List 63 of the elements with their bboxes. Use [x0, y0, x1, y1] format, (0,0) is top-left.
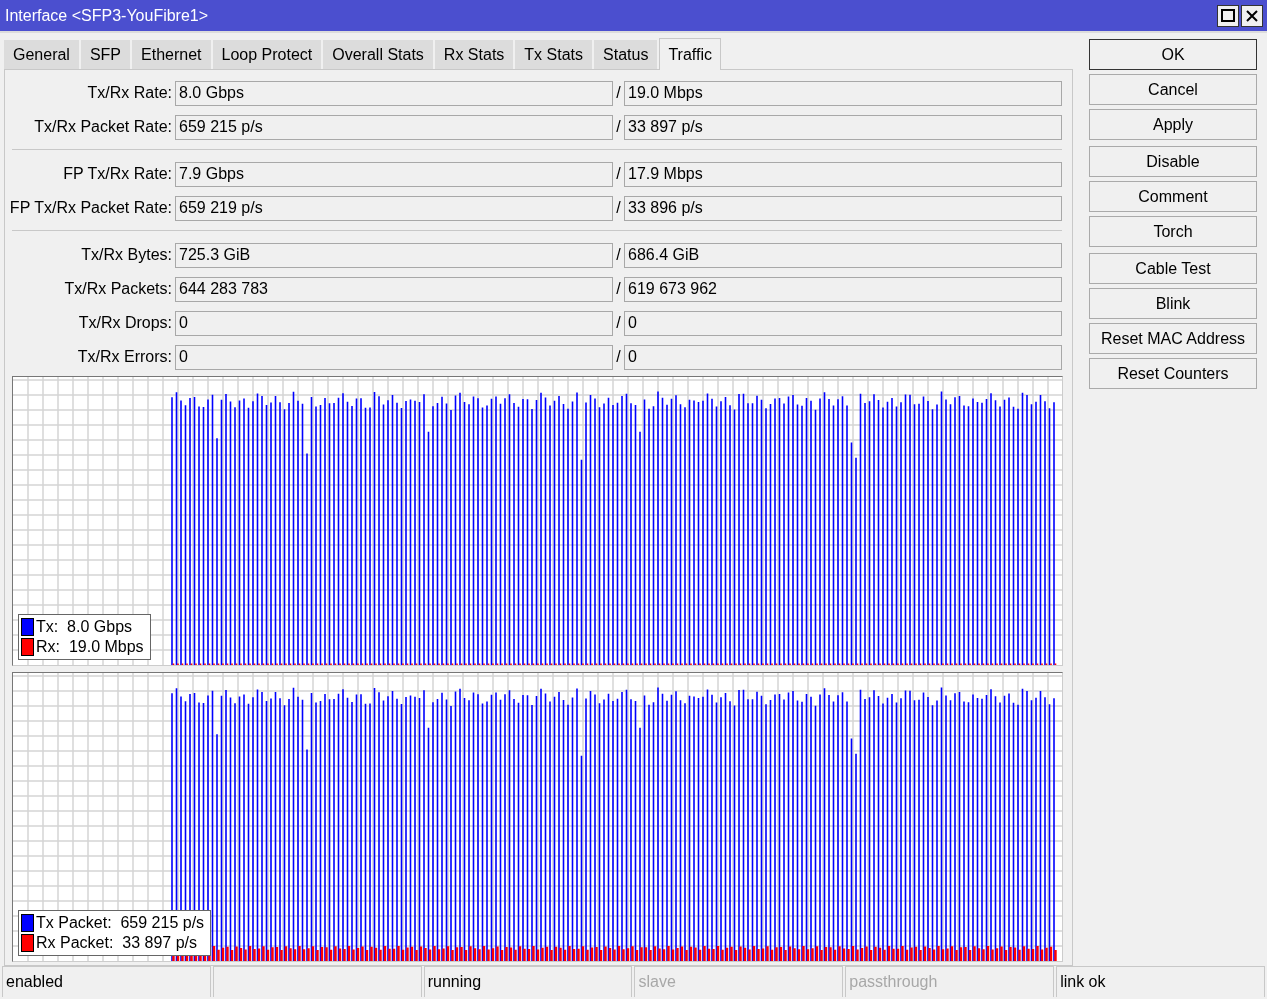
action-button[interactable]: Torch: [1089, 216, 1257, 247]
field-label: Tx/Rx Drops:: [77, 314, 173, 332]
tx-value-field[interactable]: 659 215 p/s: [175, 114, 613, 140]
legend-text: Tx: 8.0 Gbps: [36, 618, 133, 636]
field-label: FP Tx/Rx Packet Rate:: [8, 199, 173, 217]
action-button[interactable]: Blink: [1089, 288, 1257, 319]
slash-separator: /: [615, 84, 622, 102]
tab[interactable]: Tx Stats: [515, 40, 592, 69]
slash-separator: /: [615, 199, 622, 217]
legend-text: Rx: 19.0 Mbps: [36, 638, 144, 656]
slash-separator: /: [615, 118, 622, 136]
tx-value-field[interactable]: 725.3 GiB: [175, 242, 613, 268]
tx-value-field[interactable]: 644 283 783: [175, 276, 613, 302]
legend-text: Tx Packet: 659 215 p/s: [36, 914, 205, 932]
field-label: FP Tx/Rx Rate:: [62, 165, 173, 183]
tab[interactable]: Overall Stats: [323, 40, 433, 69]
rx-value-field[interactable]: 686.4 GiB: [624, 242, 1062, 268]
field-label: Tx/Rx Packet Rate:: [33, 118, 173, 136]
rx-value-field[interactable]: 33 896 p/s: [624, 195, 1062, 221]
tab[interactable]: General: [4, 40, 79, 69]
tab[interactable]: Ethernet: [132, 40, 211, 69]
tab[interactable]: Status: [594, 40, 658, 69]
tx-value-field[interactable]: 659 219 p/s: [175, 195, 613, 221]
rx-value-field[interactable]: 0: [624, 344, 1062, 370]
action-button[interactable]: Reset MAC Address: [1089, 323, 1257, 354]
action-button[interactable]: OK: [1089, 39, 1257, 70]
tab[interactable]: SFP: [80, 40, 131, 69]
status-cell: passthrough: [845, 966, 1055, 997]
tx-value-field[interactable]: 8.0 Gbps: [175, 80, 613, 106]
field-label: Tx/Rx Bytes:: [80, 246, 173, 264]
action-button[interactable]: Reset Counters: [1089, 358, 1257, 389]
window-title: Interface <SFP3-YouFibre1>: [5, 6, 209, 25]
field-label: Tx/Rx Rate:: [86, 84, 173, 102]
slash-separator: /: [615, 314, 622, 332]
rx-value-field[interactable]: 19.0 Mbps: [624, 80, 1062, 106]
field-label: Tx/Rx Errors:: [76, 348, 173, 366]
close-icon[interactable]: [1241, 4, 1263, 27]
slash-separator: /: [615, 280, 622, 298]
tab[interactable]: Traffic: [659, 38, 721, 70]
tx-value-field[interactable]: 0: [175, 344, 613, 370]
action-button[interactable]: Apply: [1089, 109, 1257, 140]
action-button[interactable]: Disable: [1089, 146, 1257, 177]
legend-text: Rx Packet: 33 897 p/s: [36, 934, 197, 952]
rx-value-field[interactable]: 33 897 p/s: [624, 114, 1062, 140]
slash-separator: /: [615, 246, 622, 264]
status-cell: slave: [634, 966, 844, 997]
rx-value-field[interactable]: 619 673 962: [624, 276, 1062, 302]
tab[interactable]: Loop Protect: [212, 40, 322, 69]
field-label: Tx/Rx Packets:: [63, 280, 173, 298]
tx-value-field[interactable]: 0: [175, 310, 613, 336]
status-cell: link ok: [1056, 966, 1265, 997]
status-cell: running: [423, 966, 633, 997]
action-button[interactable]: Comment: [1089, 181, 1257, 212]
tab[interactable]: Rx Stats: [434, 40, 514, 69]
rx-value-field[interactable]: 0: [624, 310, 1062, 336]
status-cell: enabled: [2, 966, 211, 997]
tx-value-field[interactable]: 7.9 Gbps: [175, 161, 613, 187]
action-button[interactable]: Cancel: [1089, 74, 1257, 105]
slash-separator: /: [615, 165, 622, 183]
maximize-icon[interactable]: [1217, 4, 1239, 27]
action-button[interactable]: Cable Test: [1089, 253, 1257, 284]
slash-separator: /: [615, 348, 622, 366]
rx-value-field[interactable]: 17.9 Mbps: [624, 161, 1062, 187]
